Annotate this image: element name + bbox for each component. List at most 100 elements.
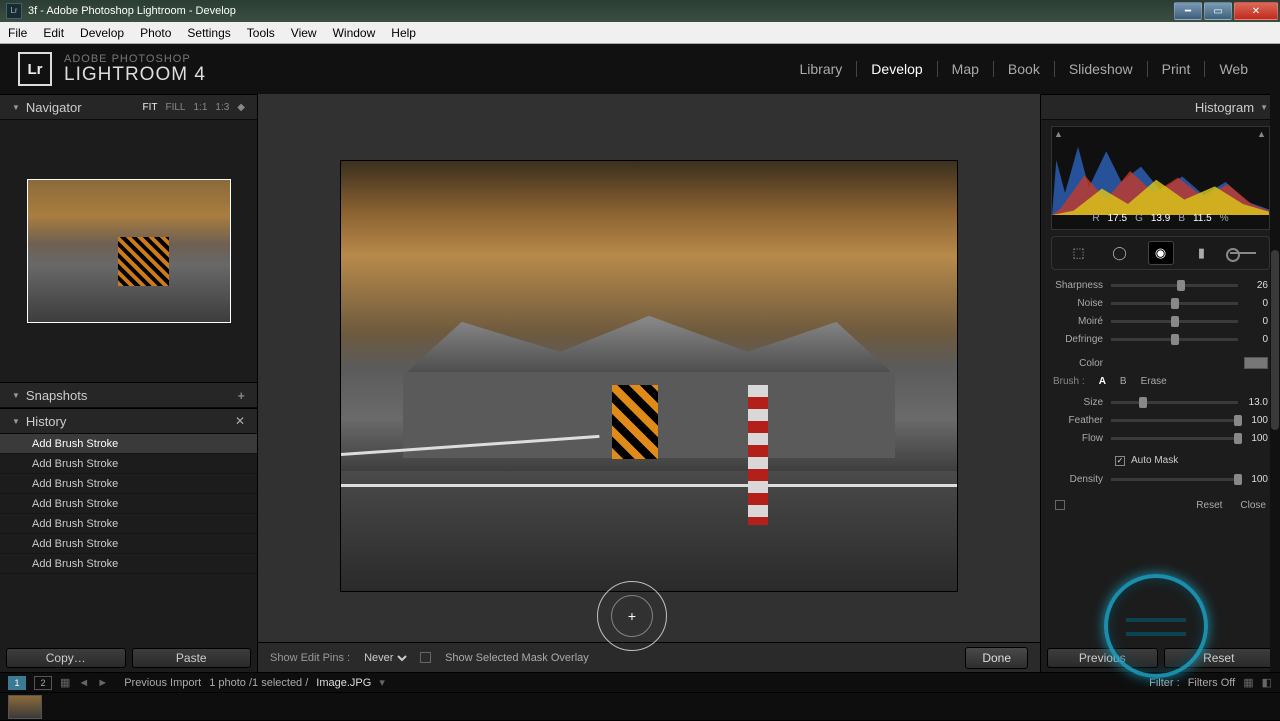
- snapshots-title: Snapshots: [26, 388, 87, 403]
- history-item[interactable]: Add Brush Stroke: [0, 534, 257, 554]
- redeye-tool-icon[interactable]: ◉: [1148, 241, 1174, 265]
- slider-value[interactable]: 100: [1238, 474, 1268, 485]
- nav-back-icon[interactable]: ◄: [78, 677, 89, 689]
- module-map[interactable]: Map: [937, 61, 993, 77]
- monitor-1-button[interactable]: 1: [8, 676, 26, 690]
- slider-track[interactable]: [1111, 320, 1238, 323]
- reset-button[interactable]: Reset: [1164, 648, 1275, 668]
- brush-tab-erase[interactable]: Erase: [1141, 376, 1167, 387]
- menu-window[interactable]: Window: [325, 26, 384, 40]
- color-swatch[interactable]: [1244, 357, 1268, 369]
- slider-track[interactable]: [1111, 401, 1238, 404]
- menu-photo[interactable]: Photo: [132, 26, 179, 40]
- history-item[interactable]: Add Brush Stroke: [0, 474, 257, 494]
- filmstrip-thumbnail[interactable]: [8, 695, 42, 719]
- slider-track[interactable]: [1111, 419, 1238, 422]
- filmstrip-menu-icon[interactable]: ▾: [379, 676, 385, 689]
- graduated-filter-icon[interactable]: ▮: [1189, 241, 1215, 265]
- clear-history-button[interactable]: ✕: [235, 414, 245, 428]
- navigator-header[interactable]: ▼ Navigator FIT FILL 1:1 1:3 ◆: [0, 94, 257, 120]
- navigator-preview[interactable]: [0, 120, 257, 382]
- automask-checkbox[interactable]: ✓: [1115, 456, 1125, 466]
- grid-view-icon[interactable]: ▦: [60, 676, 70, 689]
- zoom-menu-icon[interactable]: ◆: [237, 102, 245, 113]
- slider-value[interactable]: 0: [1238, 298, 1268, 309]
- module-book[interactable]: Book: [993, 61, 1054, 77]
- lightroom-badge-icon: Lr: [18, 52, 52, 86]
- slider-track[interactable]: [1111, 437, 1238, 440]
- brush-tab-b[interactable]: B: [1120, 376, 1127, 387]
- pin-toggle-icon[interactable]: [1055, 500, 1065, 510]
- module-print[interactable]: Print: [1147, 61, 1205, 77]
- snapshots-header[interactable]: ▼ Snapshots +: [0, 382, 257, 408]
- done-button[interactable]: Done: [965, 647, 1028, 669]
- left-panel: ▼ Navigator FIT FILL 1:1 1:3 ◆ ▼ Snapsho…: [0, 94, 258, 672]
- slider-value[interactable]: 13.0: [1238, 397, 1268, 408]
- disclosure-triangle-icon: ▼: [12, 391, 20, 400]
- window-close-button[interactable]: ✕: [1234, 2, 1278, 20]
- menu-bar: File Edit Develop Photo Settings Tools V…: [0, 22, 1280, 44]
- slider-label: Moiré: [1053, 316, 1111, 327]
- adjustment-brush-icon[interactable]: [1230, 241, 1256, 265]
- slider-track[interactable]: [1111, 478, 1238, 481]
- mask-overlay-checkbox[interactable]: [420, 652, 431, 663]
- slider-value[interactable]: 100: [1238, 415, 1268, 426]
- filter-switch-icon[interactable]: ◧: [1262, 676, 1272, 689]
- window-maximize-button[interactable]: ▭: [1204, 2, 1232, 20]
- monitor-2-button[interactable]: 2: [34, 676, 52, 690]
- paste-button[interactable]: Paste: [132, 648, 252, 668]
- menu-settings[interactable]: Settings: [179, 26, 238, 40]
- histogram-display[interactable]: ▲ ▲ R17.5 G13.9 B11.5 %: [1051, 126, 1270, 230]
- zoom-fit[interactable]: FIT: [142, 102, 157, 113]
- history-item[interactable]: Add Brush Stroke: [0, 454, 257, 474]
- shadow-clipping-icon[interactable]: ▲: [1054, 129, 1064, 139]
- slider-track[interactable]: [1111, 284, 1238, 287]
- menu-help[interactable]: Help: [383, 26, 424, 40]
- menu-edit[interactable]: Edit: [35, 26, 72, 40]
- slider-track[interactable]: [1111, 302, 1238, 305]
- edit-pins-select[interactable]: Never: [360, 651, 410, 665]
- zoom-1-3[interactable]: 1:3: [215, 102, 229, 113]
- filter-select[interactable]: Filters Off: [1188, 677, 1235, 689]
- histogram-header[interactable]: Histogram ▼: [1041, 94, 1280, 120]
- module-slideshow[interactable]: Slideshow: [1054, 61, 1147, 77]
- module-library[interactable]: Library: [786, 61, 857, 77]
- zoom-fill[interactable]: FILL: [165, 102, 185, 113]
- copy-button[interactable]: Copy…: [6, 648, 126, 668]
- develop-preview-image[interactable]: +: [340, 160, 958, 592]
- menu-file[interactable]: File: [0, 26, 35, 40]
- crop-tool-icon[interactable]: ⬚: [1066, 241, 1092, 265]
- filmstrip-source[interactable]: Previous Import: [124, 677, 201, 689]
- history-header[interactable]: ▼ History ✕: [0, 408, 257, 434]
- filter-lock-icon[interactable]: ▦: [1243, 676, 1253, 689]
- slider-label: Size: [1053, 397, 1111, 408]
- slider-value[interactable]: 26: [1238, 280, 1268, 291]
- right-panel-scrollbar[interactable]: [1270, 94, 1280, 672]
- menu-view[interactable]: View: [283, 26, 325, 40]
- history-item[interactable]: Add Brush Stroke: [0, 514, 257, 534]
- reset-brush-button[interactable]: Reset: [1196, 500, 1222, 511]
- nav-forward-icon[interactable]: ►: [97, 677, 108, 689]
- window-minimize-button[interactable]: ━: [1174, 2, 1202, 20]
- zoom-1-1[interactable]: 1:1: [193, 102, 207, 113]
- slider-label: Defringe: [1053, 334, 1111, 345]
- menu-tools[interactable]: Tools: [239, 26, 283, 40]
- module-web[interactable]: Web: [1204, 61, 1262, 77]
- menu-develop[interactable]: Develop: [72, 26, 132, 40]
- slider-value[interactable]: 0: [1238, 316, 1268, 327]
- brush-tab-a[interactable]: A: [1099, 376, 1106, 387]
- history-item[interactable]: Add Brush Stroke: [0, 554, 257, 574]
- add-snapshot-button[interactable]: +: [237, 388, 245, 403]
- histogram-r-label: R: [1092, 213, 1099, 229]
- module-develop[interactable]: Develop: [856, 61, 936, 77]
- slider-value[interactable]: 100: [1238, 433, 1268, 444]
- slider-value[interactable]: 0: [1238, 334, 1268, 345]
- history-item[interactable]: Add Brush Stroke: [0, 494, 257, 514]
- spot-removal-icon[interactable]: ◯: [1107, 241, 1133, 265]
- previous-button[interactable]: Previous: [1047, 648, 1158, 668]
- highlight-clipping-icon[interactable]: ▲: [1257, 129, 1267, 139]
- slider-track[interactable]: [1111, 338, 1238, 341]
- close-brush-button[interactable]: Close: [1240, 500, 1266, 511]
- disclosure-triangle-icon: ▼: [12, 103, 20, 112]
- history-item[interactable]: Add Brush Stroke: [0, 434, 257, 454]
